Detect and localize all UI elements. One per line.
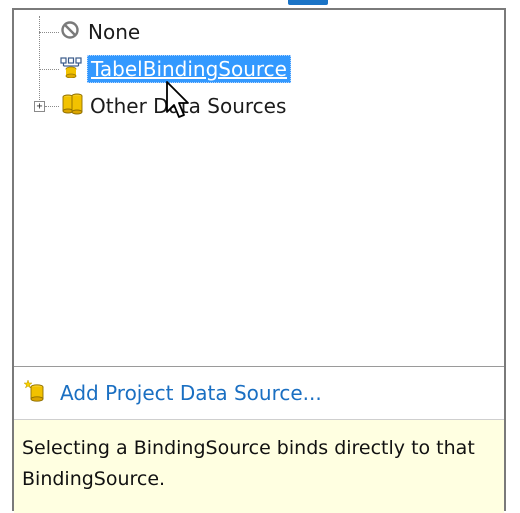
top-strip [0,0,520,8]
tree-item-tabelbindingsource-label: TabelBindingSource [87,55,291,83]
datasource-tree[interactable]: None TabelBindingSource + Other Data Sou… [14,10,504,367]
datasource-dropdown-panel: None TabelBindingSource + Other Data Sou… [12,8,506,513]
help-description-panel: Selecting a BindingSource binds directly… [14,420,504,513]
tree-connector-vertical [39,16,40,106]
add-project-data-source-link[interactable]: Add Project Data Source... [60,381,322,405]
tree-item-none-label: None [88,20,141,44]
binding-source-icon [60,56,82,83]
window-accent [288,0,328,5]
tree-connector-binding [39,69,59,70]
help-description-text: Selecting a BindingSource binds directly… [22,437,475,490]
tree-connector-none [39,32,59,33]
mouse-cursor-icon [165,80,191,120]
none-icon [60,20,80,45]
tree-item-none[interactable]: None [60,16,140,48]
database-icon [60,92,84,121]
expand-other-data-sources-button[interactable]: + [34,101,45,112]
add-datasource-icon [23,379,46,407]
tree-connector-other [45,106,59,107]
add-project-data-source-row[interactable]: Add Project Data Source... [14,367,504,420]
